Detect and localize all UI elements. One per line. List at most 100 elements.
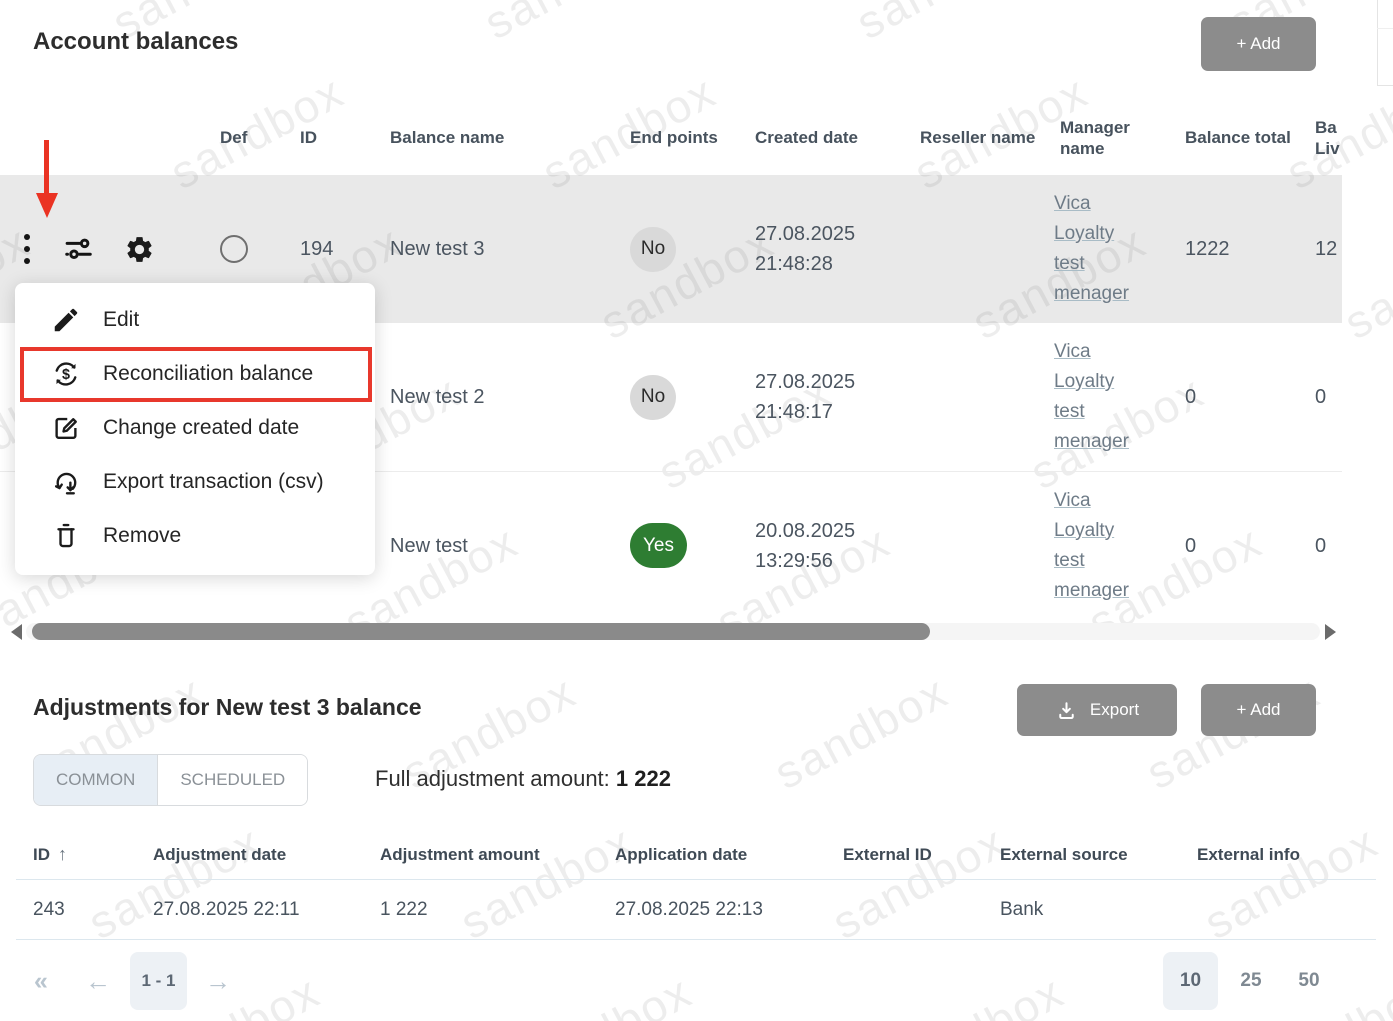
cell-reseller-name: [900, 472, 1040, 619]
created-date: 27.08.2025: [755, 371, 855, 393]
sliders-icon[interactable]: [64, 234, 94, 264]
menu-item-label: Change created date: [103, 416, 299, 440]
header-adjustment-date: Adjustment date: [136, 830, 363, 879]
cell-created-date: 27.08.2025 21:48:17: [735, 323, 900, 471]
status-badge: No: [630, 375, 676, 420]
manager-link[interactable]: Vica Loyalty test menager: [1054, 337, 1140, 457]
menu-item-edit[interactable]: Edit: [15, 293, 375, 347]
header-created-date: Created date: [735, 100, 900, 175]
adjustment-row[interactable]: 243 27.08.2025 22:11 1 222 27.08.2025 22…: [16, 880, 1376, 940]
manager-link[interactable]: Vica Loyalty test menager: [1054, 486, 1140, 606]
add-balance-button[interactable]: + Add: [1201, 17, 1316, 71]
created-time: 21:48:17: [755, 401, 833, 423]
cell-balance-total: 0: [1165, 323, 1295, 471]
download-icon: [1055, 699, 1078, 722]
next-page-button[interactable]: →: [200, 952, 236, 1010]
cell-reseller-name: [900, 175, 1040, 323]
scroll-left-arrow-icon[interactable]: [11, 624, 22, 640]
page-size-10[interactable]: 10: [1163, 952, 1218, 1010]
sort-ascending-icon[interactable]: ↑: [58, 844, 67, 865]
page-title: Account balances: [33, 28, 238, 56]
page-range[interactable]: 1 - 1: [130, 952, 187, 1010]
created-date: 27.08.2025: [755, 223, 855, 245]
cell-created-date: 20.08.2025 13:29:56: [735, 472, 900, 619]
header-def: Def: [200, 100, 280, 175]
header-manager-name: Manager name: [1040, 100, 1165, 175]
status-badge: Yes: [630, 523, 687, 568]
header-id-label: ID: [33, 845, 50, 865]
header-balance-total: Balance total: [1165, 100, 1295, 175]
status-badge: No: [630, 227, 676, 272]
full-adjustment-amount: Full adjustment amount: 1 222: [375, 766, 671, 792]
header-balance-name: Balance name: [370, 100, 610, 175]
export-csv-icon: [51, 467, 81, 497]
calendar-edit-icon: [51, 413, 81, 443]
cell-manager-name: Vica Loyalty test menager: [1040, 175, 1165, 323]
header-application-date: Application date: [598, 830, 826, 879]
cell-balance-total: 0: [1165, 472, 1295, 619]
export-button-label: Export: [1090, 700, 1139, 720]
page-size-25[interactable]: 25: [1230, 952, 1272, 1010]
cell-end-points: Yes: [610, 472, 735, 619]
header-balance-live-line1: Ba: [1315, 118, 1337, 137]
cell-adjustment-amount: 1 222: [363, 880, 598, 939]
menu-item-reconciliation-balance[interactable]: $ Reconciliation balance: [15, 347, 375, 401]
panel-edge-horizontal-top: [1377, 28, 1393, 29]
cell-end-points: No: [610, 175, 735, 323]
cell-application-date: 27.08.2025 22:13: [598, 880, 826, 939]
cell-balance-live: 0: [1295, 323, 1342, 471]
adjustments-tabs: COMMON SCHEDULED: [33, 754, 308, 806]
scroll-right-arrow-icon[interactable]: [1325, 624, 1336, 640]
menu-item-change-created-date[interactable]: Change created date: [15, 401, 375, 455]
gear-icon[interactable]: [124, 234, 155, 265]
header-external-source: External source: [983, 830, 1180, 879]
cell-created-date: 27.08.2025 21:48:28: [735, 175, 900, 323]
cell-balance-name: New test 2: [370, 323, 610, 471]
header-external-id: External ID: [826, 830, 983, 879]
add-adjustment-button[interactable]: + Add: [1201, 684, 1316, 736]
cell-reseller-name: [900, 323, 1040, 471]
tab-scheduled[interactable]: SCHEDULED: [157, 755, 307, 805]
cell-balance-live: 0: [1295, 472, 1342, 619]
page-size-50[interactable]: 50: [1288, 952, 1330, 1010]
cell-balance-name: New test 3: [370, 175, 610, 323]
full-adjustment-amount-label: Full adjustment amount:: [375, 766, 610, 791]
cell-balance-total: 1222: [1165, 175, 1295, 323]
cell-external-source: Bank: [983, 880, 1180, 939]
context-menu: Edit $ Reconciliation balance Change cre…: [15, 283, 375, 575]
full-adjustment-amount-value: 1 222: [616, 766, 671, 791]
adjustments-table: ID ↑ Adjustment date Adjustment amount A…: [16, 830, 1376, 940]
default-radio[interactable]: [220, 235, 248, 263]
menu-item-label: Reconciliation balance: [103, 362, 313, 386]
menu-item-label: Export transaction (csv): [103, 470, 324, 494]
cell-external-id: [826, 880, 983, 939]
export-button[interactable]: Export: [1017, 684, 1177, 736]
svg-text:$: $: [62, 367, 70, 383]
horizontal-scrollbar-thumb[interactable]: [32, 623, 930, 640]
previous-page-button[interactable]: ←: [80, 952, 116, 1010]
reconciliation-icon: $: [51, 359, 81, 389]
trash-icon: [51, 521, 81, 551]
created-date: 20.08.2025: [755, 520, 855, 542]
adjustments-header-row: ID ↑ Adjustment date Adjustment amount A…: [16, 830, 1376, 880]
header-end-points: End points: [610, 100, 735, 175]
manager-link[interactable]: Vica Loyalty test menager: [1054, 189, 1140, 309]
menu-item-remove[interactable]: Remove: [15, 509, 375, 563]
kebab-menu-icon[interactable]: [20, 230, 34, 268]
screen: sandboxsandboxsandboxsandboxsandboxsandb…: [0, 0, 1393, 1021]
cell-balance-name: New test: [370, 472, 610, 619]
cell-manager-name: Vica Loyalty test menager: [1040, 472, 1165, 619]
header-id: ID: [280, 100, 370, 175]
header-reseller-name: Reseller name: [900, 100, 1040, 175]
cell-external-info: [1180, 880, 1376, 939]
menu-item-label: Edit: [103, 308, 139, 332]
menu-item-export-transaction-csv[interactable]: Export transaction (csv): [15, 455, 375, 509]
cell-adjustment-date: 27.08.2025 22:11: [136, 880, 363, 939]
panel-edge-horizontal-bottom: [1377, 85, 1393, 86]
first-page-button[interactable]: «: [24, 952, 58, 1010]
tab-common[interactable]: COMMON: [34, 755, 157, 805]
cell-balance-live: 12: [1295, 175, 1342, 323]
created-time: 13:29:56: [755, 550, 833, 572]
header-id[interactable]: ID ↑: [16, 830, 136, 879]
panel-edge-vertical: [1377, 0, 1378, 86]
